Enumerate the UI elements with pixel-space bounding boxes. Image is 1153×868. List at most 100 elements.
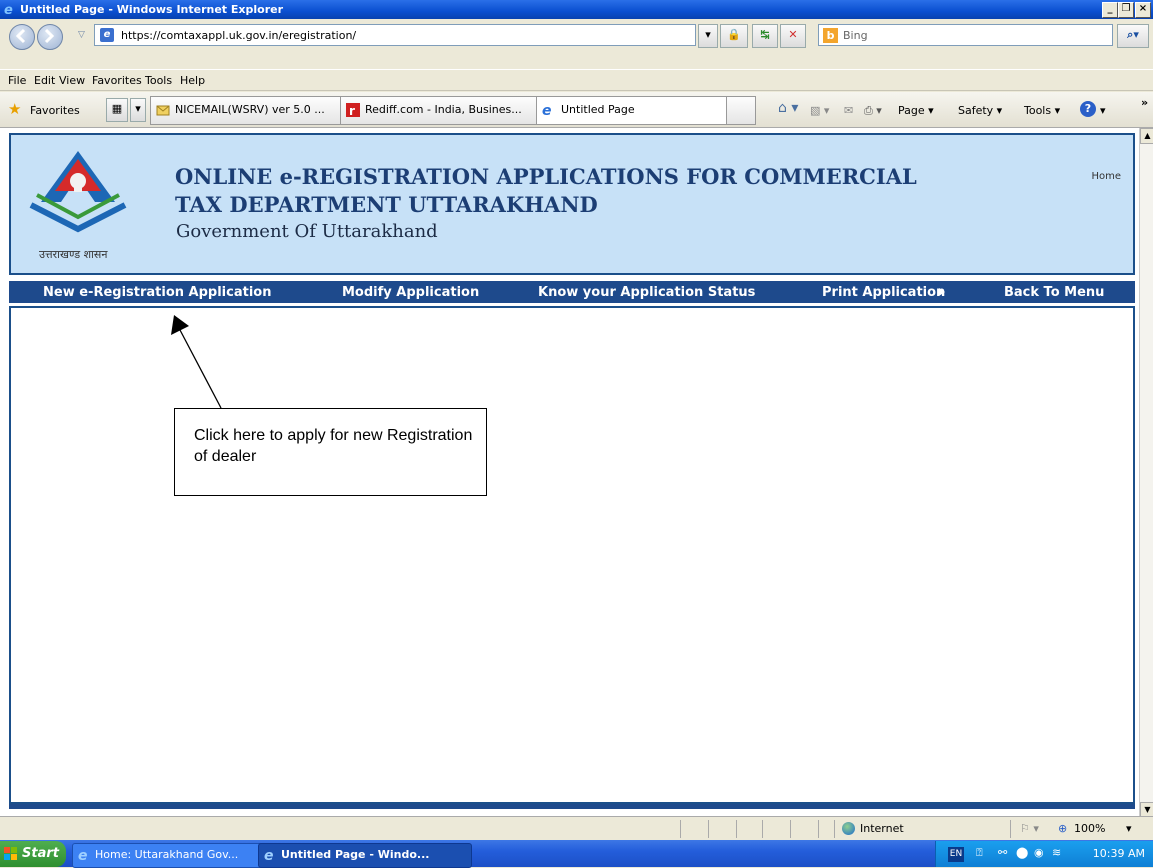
help-tray-icon[interactable]: ⍰: [976, 846, 983, 860]
refresh-button[interactable]: ↹: [752, 24, 778, 48]
svg-text:e: e: [542, 103, 552, 118]
address-dropdown-button[interactable]: ▾: [698, 24, 718, 48]
window-title-bar: e Untitled Page - Windows Internet Explo…: [0, 0, 1153, 19]
lock-icon[interactable]: 🔒: [720, 24, 748, 48]
status-bar: [0, 816, 1153, 840]
minimize-button[interactable]: _: [1102, 2, 1118, 18]
language-indicator[interactable]: EN: [948, 847, 964, 862]
wifi-icon[interactable]: ≋: [1052, 846, 1061, 859]
safety-menu[interactable]: Safety ▾: [958, 104, 1002, 117]
page-title: ONLINE e-REGISTRATION APPLICATIONS FOR C…: [175, 164, 917, 217]
address-url: https://comtaxappl.uk.gov.in/eregistrati…: [121, 29, 357, 42]
tools-menu[interactable]: Tools ▾: [1024, 104, 1060, 117]
antivirus-icon[interactable]: ⬤: [1016, 846, 1028, 859]
back-button[interactable]: [9, 24, 35, 50]
forward-arrow-icon: [44, 28, 55, 44]
submenu-arrow-icon: [939, 288, 945, 296]
forward-button[interactable]: [37, 24, 63, 50]
mail-icon: [156, 105, 170, 116]
ie-icon: e: [78, 848, 88, 863]
search-button[interactable]: ⌕▾: [1117, 24, 1149, 48]
rediff-icon: r: [346, 103, 360, 118]
status-divider: [736, 820, 737, 838]
menu-help[interactable]: Help: [180, 74, 205, 87]
tab-untitled-page[interactable]: e Untitled Page ×: [536, 96, 748, 125]
menu-view[interactable]: View: [59, 74, 85, 87]
taskbar-button-home[interactable]: e Home: Uttarakhand Gov...: [72, 843, 276, 868]
stop-button[interactable]: ✕: [780, 24, 806, 48]
menu-bar: File Edit View Favorites Tools Help: [0, 69, 1153, 91]
emblem-caption: उत्तराखण्ड शासन: [39, 248, 108, 261]
nav-back-to-menu[interactable]: Back To Menu: [1004, 285, 1104, 300]
page-menu[interactable]: Page ▾: [898, 104, 934, 117]
ie-logo-icon: e: [4, 3, 13, 16]
home-link[interactable]: Home: [1091, 171, 1121, 182]
windows-logo-icon: [4, 847, 17, 860]
svg-text:r: r: [349, 104, 355, 118]
status-divider: [762, 820, 763, 838]
tab-label: Untitled Page: [561, 103, 635, 116]
help-icon[interactable]: ?: [1080, 101, 1096, 117]
volume-icon[interactable]: ◉: [1034, 846, 1044, 859]
new-tab-button[interactable]: [726, 96, 756, 125]
uttarakhand-emblem-logo: [29, 151, 127, 233]
zoom-level[interactable]: 100%: [1074, 822, 1105, 835]
status-divider: [834, 820, 835, 838]
tab-label: NICEMAIL(WSRV) ver 5.0 ...: [175, 103, 325, 116]
bing-icon: b: [823, 28, 838, 43]
site-header: उत्तराखण्ड शासन ONLINE e-REGISTRATION AP…: [9, 133, 1135, 275]
globe-icon: [842, 822, 855, 835]
nav-modify-application[interactable]: Modify Application: [342, 285, 479, 300]
page-subtitle: Government Of Uttarakhand: [176, 221, 438, 242]
start-button[interactable]: Start: [0, 841, 66, 867]
tab-label: Rediff.com - India, Busines...: [365, 103, 522, 116]
status-divider: [708, 820, 709, 838]
clock: 10:39 AM: [1092, 847, 1145, 860]
taskbar-button-untitled-page[interactable]: e Untitled Page - Windo...: [258, 843, 472, 868]
tab-list-button[interactable]: ▾: [130, 98, 146, 122]
nav-new-registration[interactable]: New e-Registration Application: [43, 285, 271, 300]
status-divider: [818, 820, 819, 838]
help-dropdown-icon[interactable]: ▾: [1100, 104, 1106, 117]
window-title: Untitled Page - Windows Internet Explore…: [20, 3, 284, 16]
zoom-dropdown-icon[interactable]: ▾: [1126, 822, 1132, 835]
nav-application-status[interactable]: Know your Application Status: [538, 285, 755, 300]
scroll-up-arrow-icon[interactable]: ▲: [1140, 128, 1153, 144]
back-arrow-icon: [15, 28, 26, 44]
search-input[interactable]: b Bing: [818, 24, 1113, 46]
chevron-more-icon[interactable]: »: [1141, 96, 1148, 109]
annotation-callout: Click here to apply for new Registration…: [174, 408, 487, 496]
menu-favorites[interactable]: Favorites: [92, 74, 142, 87]
ie-icon: e: [542, 103, 552, 118]
system-tray: EN ⍰ ⚯ ⬤ ◉ ≋ 10:39 AM: [935, 841, 1153, 867]
feeds-icon[interactable]: ▧ ▾: [810, 104, 829, 117]
menu-edit[interactable]: Edit: [34, 74, 55, 87]
home-icon[interactable]: ⌂ ▾: [778, 100, 798, 116]
security-zone: Internet: [860, 822, 904, 835]
history-dropdown-icon[interactable]: ▽: [78, 30, 85, 40]
menu-file[interactable]: File: [8, 74, 26, 87]
tab-rediff[interactable]: r Rediff.com - India, Busines...: [340, 96, 558, 125]
svg-text:e: e: [78, 848, 88, 863]
bottom-divider: [9, 804, 1135, 809]
close-window-button[interactable]: ×: [1135, 2, 1151, 18]
svg-text:e: e: [264, 848, 274, 863]
print-icon[interactable]: ⎙ ▾: [864, 104, 882, 118]
favorites-button[interactable]: Favorites: [30, 104, 80, 117]
protected-mode-icon[interactable]: ⚐ ▾: [1020, 822, 1039, 835]
status-divider: [790, 820, 791, 838]
vertical-scrollbar[interactable]: ▲ ▼: [1139, 128, 1153, 818]
restore-button[interactable]: ❐: [1118, 2, 1134, 18]
menu-tools[interactable]: Tools: [145, 74, 172, 87]
read-mail-icon[interactable]: ✉: [844, 104, 853, 117]
address-bar[interactable]: e https://comtaxappl.uk.gov.in/eregistra…: [94, 24, 696, 46]
zoom-icon: ⊕: [1058, 822, 1068, 835]
search-placeholder: Bing: [843, 29, 868, 42]
status-divider: [680, 820, 681, 838]
network-icon[interactable]: ⚯: [998, 846, 1007, 859]
nav-print-application[interactable]: Print Application: [822, 285, 945, 300]
svg-text:e: e: [4, 3, 13, 16]
tab-nicemail[interactable]: NICEMAIL(WSRV) ver 5.0 ...: [150, 96, 362, 125]
status-divider: [1010, 820, 1011, 838]
quick-tabs-button[interactable]: ▦: [106, 98, 128, 122]
